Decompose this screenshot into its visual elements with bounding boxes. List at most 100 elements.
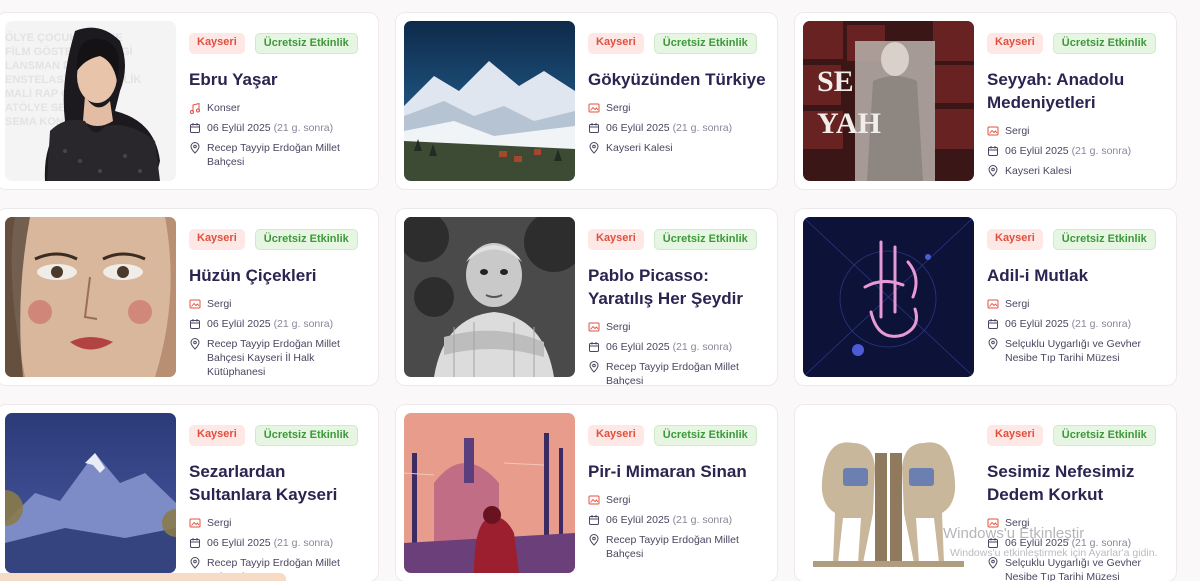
event-info: Kayseri Ücretsiz Etkinlik Ebru Yaşar Kon…	[176, 21, 370, 181]
relative-date: (21 g. sonra)	[1071, 145, 1132, 157]
event-date: 06 Eylül 2025	[606, 341, 670, 353]
venue-row: Recep Tayyip Erdoğan Millet Bahçesi	[588, 533, 769, 561]
venue-row: Recep Tayyip Erdoğan Millet Bahçesi	[588, 360, 769, 385]
event-venue: Selçuklu Uygarlığı ve Gevher Nesibe Tıp …	[1005, 338, 1141, 364]
event-info: Kayseri Ücretsiz Etkinlik Pir-i Mimaran …	[575, 413, 769, 573]
event-image[interactable]	[5, 413, 176, 573]
venue-row: Recep Tayyip Erdoğan Millet Bahçesi	[189, 141, 370, 169]
event-date: 06 Eylül 2025	[606, 514, 670, 526]
event-image[interactable]	[404, 21, 575, 181]
event-title[interactable]: Hüzün Çiçekleri	[189, 264, 370, 287]
date-row: 06 Eylül 2025 (21 g. sonra)	[588, 340, 769, 354]
free-badge: Ücretsiz Etkinlik	[653, 33, 757, 54]
event-card[interactable]: Kayseri Ücretsiz Etkinlik Sezarlardan Su…	[0, 404, 379, 581]
date-row: 06 Eylül 2025 (21 g. sonra)	[189, 121, 370, 135]
calendar-icon	[189, 122, 201, 134]
event-image[interactable]	[803, 413, 974, 573]
event-image[interactable]	[404, 413, 575, 573]
event-image[interactable]	[5, 217, 176, 377]
event-image[interactable]: SE YAH	[803, 21, 974, 181]
event-info: Kayseri Ücretsiz Etkinlik Hüzün Çiçekler…	[176, 217, 370, 379]
venue-row: Selçuklu Uygarlığı ve Gevher Nesibe Tıp …	[987, 337, 1168, 365]
event-card[interactable]: ÖLYE ÇOCUK ATÖLYE FİLM GÖSTERİMİ SERGİ L…	[0, 12, 379, 190]
event-card[interactable]: Kayseri Ücretsiz Etkinlik Adil-i Mutlak …	[794, 208, 1177, 386]
event-title[interactable]: Sesimiz Nefesimiz Dedem Korkut	[987, 460, 1168, 506]
location-pin-icon	[588, 361, 600, 373]
event-venue: Kayseri Kalesi	[1005, 165, 1072, 177]
gallery-icon	[189, 517, 201, 529]
gallery-icon	[588, 321, 600, 333]
category-row: Sergi	[588, 493, 769, 507]
location-pin-icon	[189, 338, 201, 350]
event-info: Kayseri Ücretsiz Etkinlik Seyyah: Anadol…	[974, 21, 1168, 181]
event-title[interactable]: Seyyah: Anadolu Medeniyetleri	[987, 68, 1168, 114]
event-title[interactable]: Pablo Picasso: Yaratılış Her Şeydir	[588, 264, 769, 310]
category-row: Konser	[189, 101, 370, 115]
category-label: Sergi	[606, 494, 631, 506]
event-image[interactable]	[803, 217, 974, 377]
venue-row: Recep Tayyip Erdoğan Millet Bahçesi Kays…	[189, 337, 370, 379]
event-image[interactable]: ÖLYE ÇOCUK ATÖLYE FİLM GÖSTERİMİ SERGİ L…	[5, 21, 176, 181]
location-pin-icon	[987, 338, 999, 350]
location-pin-icon	[189, 142, 201, 154]
event-venue: Recep Tayyip Erdoğan Millet Bahçesi	[207, 142, 340, 168]
category-label: Sergi	[1005, 298, 1030, 310]
event-date: 06 Eylül 2025	[606, 122, 670, 134]
event-title[interactable]: Sezarlardan Sultanlara Kayseri	[189, 460, 370, 506]
event-title[interactable]: Ebru Yaşar	[189, 68, 370, 91]
event-info: Kayseri Ücretsiz Etkinlik Sezarlardan Su…	[176, 413, 370, 581]
event-card[interactable]: Kayseri Ücretsiz Etkinlik Gökyüzünden Tü…	[395, 12, 778, 190]
category-row: Sergi	[189, 297, 370, 311]
relative-date: (21 g. sonra)	[273, 122, 334, 134]
event-title[interactable]: Gökyüzünden Türkiye	[588, 68, 769, 91]
free-badge: Ücretsiz Etkinlik	[653, 425, 757, 446]
free-badge: Ücretsiz Etkinlik	[653, 229, 757, 250]
city-badge: Kayseri	[588, 229, 644, 250]
status-bar	[0, 573, 286, 581]
event-info: Kayseri Ücretsiz Etkinlik Gökyüzünden Tü…	[575, 21, 769, 181]
city-badge: Kayseri	[189, 229, 245, 250]
event-card[interactable]: Kayseri Ücretsiz Etkinlik Pablo Picasso:…	[395, 208, 778, 386]
event-card[interactable]: SE YAH Kayseri Ücretsiz Etkinlik Seyyah:…	[794, 12, 1177, 190]
category-label: Sergi	[207, 298, 232, 310]
city-badge: Kayseri	[987, 229, 1043, 250]
event-grid: ÖLYE ÇOCUK ATÖLYE FİLM GÖSTERİMİ SERGİ L…	[0, 12, 1177, 581]
category-label: Sergi	[606, 102, 631, 114]
event-card[interactable]: Kayseri Ücretsiz Etkinlik Pir-i Mimaran …	[395, 404, 778, 581]
relative-date: (21 g. sonra)	[672, 514, 733, 526]
category-row: Sergi	[987, 297, 1168, 311]
calendar-icon	[588, 341, 600, 353]
relative-date: (21 g. sonra)	[672, 122, 733, 134]
event-venue: Recep Tayyip Erdoğan Millet Bahçesi Kays…	[207, 338, 340, 378]
location-pin-icon	[588, 534, 600, 546]
relative-date: (21 g. sonra)	[672, 341, 733, 353]
calendar-icon	[987, 145, 999, 157]
free-badge: Ücretsiz Etkinlik	[254, 229, 358, 250]
svg-text:SE: SE	[817, 65, 854, 98]
category-row: Sergi	[588, 320, 769, 334]
category-label: Sergi	[606, 321, 631, 333]
date-row: 06 Eylül 2025 (21 g. sonra)	[588, 513, 769, 527]
city-badge: Kayseri	[987, 425, 1043, 446]
free-badge: Ücretsiz Etkinlik	[1052, 229, 1156, 250]
city-badge: Kayseri	[588, 425, 644, 446]
event-title[interactable]: Pir-i Mimaran Sinan	[588, 460, 769, 483]
free-badge: Ücretsiz Etkinlik	[1052, 425, 1156, 446]
event-card[interactable]: Kayseri Ücretsiz Etkinlik Hüzün Çiçekler…	[0, 208, 379, 386]
gallery-icon	[987, 298, 999, 310]
calendar-icon	[588, 514, 600, 526]
event-date: 06 Eylül 2025	[1005, 318, 1069, 330]
event-title[interactable]: Adil-i Mutlak	[987, 264, 1168, 287]
event-date: 06 Eylül 2025	[207, 318, 271, 330]
category-label: Sergi	[1005, 125, 1030, 137]
venue-row: Kayseri Kalesi	[588, 141, 769, 155]
event-date: 06 Eylül 2025	[207, 122, 271, 134]
music-icon	[189, 102, 201, 114]
location-pin-icon	[987, 165, 999, 177]
gallery-icon	[588, 494, 600, 506]
event-image[interactable]	[404, 217, 575, 377]
category-row: Sergi	[987, 124, 1168, 138]
event-info: Kayseri Ücretsiz Etkinlik Adil-i Mutlak …	[974, 217, 1168, 377]
relative-date: (21 g. sonra)	[273, 318, 334, 330]
svg-text:YAH: YAH	[817, 107, 881, 140]
